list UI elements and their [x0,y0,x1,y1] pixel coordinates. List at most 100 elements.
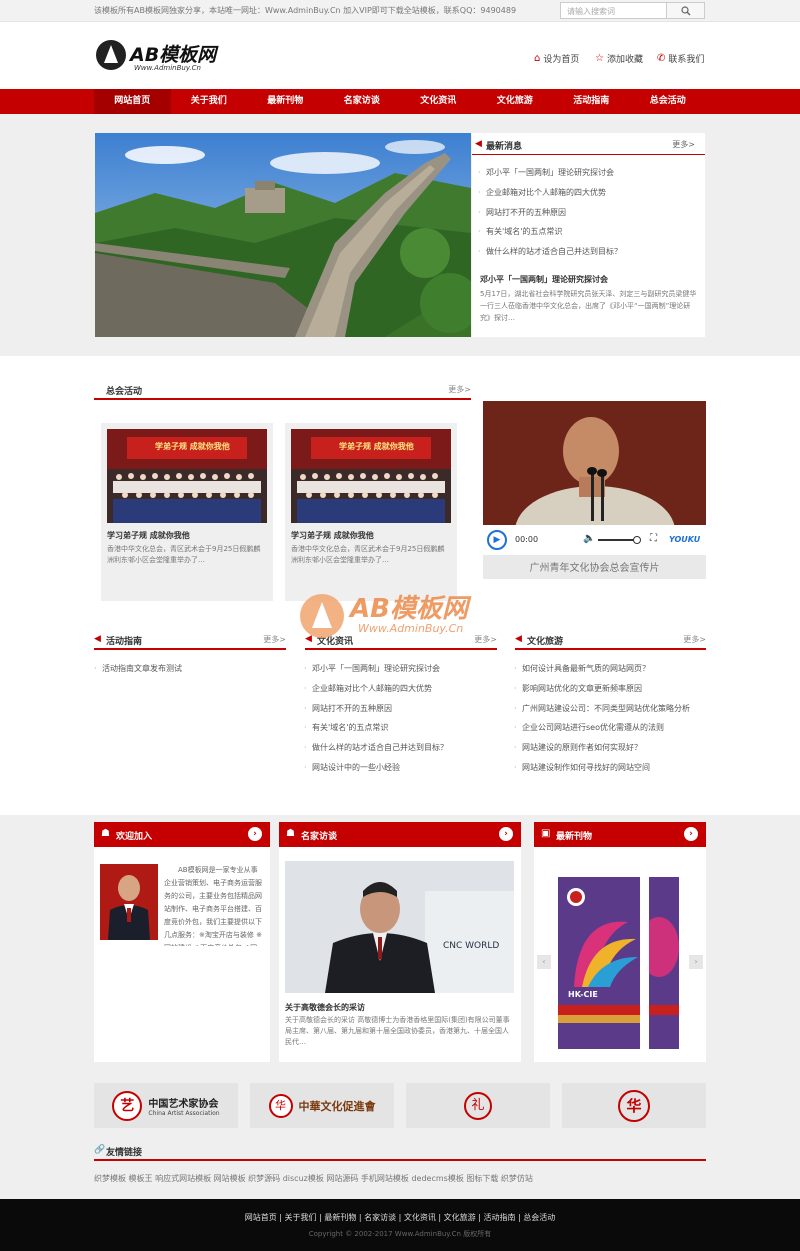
contact-link[interactable]: ✆ 联系我们 [657,52,704,65]
periodical-cover-label: HK-CIE [568,990,598,999]
list-item[interactable]: 如何设计具备最新气质的网站网页？ [512,659,706,679]
event-card-title[interactable]: 学习弟子规 成就你我他 [291,530,374,541]
volume-icon[interactable]: 🔈 [583,533,595,544]
interview-more-arrow[interactable]: › [499,827,513,841]
friend-links-header: 🔗 友情链接 [94,1143,706,1161]
welcome-more-arrow[interactable]: › [248,827,262,841]
interview-photo[interactable]: CNC WORLD [285,861,514,993]
footer-links[interactable]: 网站首页 | 关于我们 | 最新刊物 | 名家访谈 | 文化资讯 | 文化旅游 … [0,1212,800,1223]
list-item[interactable]: 邓小平「一国两制」理论研究探讨会 [476,163,701,183]
periodical-header: ▣ 最新刊物 › [534,822,706,847]
culture-news-list: 邓小平「一国两制」理论研究探讨会 企业邮箱对比个人邮箱的四大优势 网站打不开的五… [302,659,497,778]
list-item[interactable]: 有关'域名'的五点常识 [476,222,701,242]
fullscreen-icon[interactable]: ⛶ [650,533,657,544]
search-button[interactable] [666,3,704,18]
events-section-title: 总会活动 [106,387,143,397]
event-photo-banner-text: 学弟子规 成就你我他 [155,442,230,451]
list-item[interactable]: 网站打不开的五种原因 [476,203,701,223]
china-artist-emblem-icon: 艺 [112,1090,143,1121]
logo-name: AB模板网 [130,44,217,66]
speaker-icon: ◀ [475,139,482,149]
events-more-link[interactable]: 更多> [448,384,471,395]
list-item[interactable]: 企业公司网站进行seo优化需遵从的法则 [512,718,706,738]
event-card[interactable]: 学弟子规 成就你我他 学习弟子规 成就你我他 香港中华文化总会，青区武术会于9月… [101,423,273,601]
nav-item-culture-travel[interactable]: 文化旅游 [477,89,554,114]
nav-item-interview[interactable]: 名家访谈 [324,89,401,114]
nav-item-guide[interactable]: 活动指南 [553,89,630,114]
video-player[interactable]: ▶ 00:00 🔈 ⛶ YOUKU 广州青年文化协会总会宣传片 [483,401,706,579]
user-icon: ☗ [286,828,295,839]
add-favorite-link[interactable]: ☆ 添加收藏 [595,52,643,65]
video-screen[interactable] [483,401,706,525]
speaker-icon: ◀ [305,634,312,644]
latest-news-title: 最新消息 [486,142,523,152]
event-card-title[interactable]: 学习弟子规 成就你我他 [107,530,190,541]
nav-item-culture-news[interactable]: 文化资讯 [400,89,477,114]
footer-copyright: Copyright © 2002-2017 Www.AdminBuy.Cn 版权… [308,1230,492,1238]
nav-item-home[interactable]: 网站首页 [94,89,171,114]
interview-item-desc: 关于高敬德会长的采访 高敬德博士为香港香格里国际(集团)有限公司董事局主席、第八… [285,1016,510,1046]
volume-handle[interactable] [633,536,641,544]
welcome-text-continued [100,946,264,1006]
event-card[interactable]: 学弟子规 成就你我他 学习弟子规 成就你我他 香港中华文化总会，青区武术会于9月… [285,423,457,601]
user-icon: ☗ [101,828,110,839]
partner-logo[interactable]: 华 [562,1083,706,1128]
list-item[interactable]: 活动指南文章发布测试 [92,659,282,679]
main-nav: 网站首页 关于我们 最新刊物 名家访谈 文化资讯 文化旅游 活动指南 总会活动 [0,89,800,114]
partner-logo[interactable]: 艺 中国艺术家协会 China Artist Association [94,1083,238,1128]
welcome-text: AB模板网是一家专业从事企业营销策划、电子商务运营服务的公司，主要业务包括精品网… [164,866,262,946]
footer: 网站首页 | 关于我们 | 最新刊物 | 名家访谈 | 文化资讯 | 文化旅游 … [0,1199,800,1251]
speaker-icon: ◀ [94,634,101,644]
culture-news-more-link[interactable]: 更多> [474,634,497,645]
star-icon: ☆ [595,53,604,64]
list-item[interactable]: 影响网站优化的文章更新频率原因 [512,679,706,699]
site-logo[interactable]: AB模板网 Www.AdminBuy.Cn [96,40,236,74]
interview-backdrop-text: CNC WORLD [443,941,500,951]
logo-url: Www.AdminBuy.Cn [134,64,201,72]
prev-arrow-icon[interactable]: ‹ [537,955,551,969]
list-item[interactable]: 企业邮箱对比个人邮箱的四大优势 [476,183,701,203]
event-card-desc: 香港中华文化总会，青区武术会于9月25日假鹏麟洲利东邨小区会堂隆重举办了… [107,545,261,564]
list-item[interactable]: 有关'域名'的五点常识 [302,718,497,738]
list-item[interactable]: 做什么样的站才适合自己并达到目标？ [302,738,497,758]
guide-list: 活动指南文章发布测试 [92,659,282,679]
guide-more-link[interactable]: 更多> [263,634,286,645]
periodical-more-arrow[interactable]: › [684,827,698,841]
nav-item-about[interactable]: 关于我们 [171,89,248,114]
list-item[interactable]: 网站设计中的一些小经验 [302,758,497,778]
list-item[interactable]: 网站建设制作如何寻找好的网站空间 [512,758,706,778]
interview-title: 名家访谈 [301,832,338,842]
periodical-cover-next[interactable] [649,877,679,1049]
feature-news-title[interactable]: 邓小平「一国两制」理论研究探讨会 [480,274,608,285]
list-item[interactable]: 企业邮箱对比个人邮箱的四大优势 [302,679,497,699]
hero-banner-image[interactable] [95,133,471,337]
events-section-header: 总会活动 更多> [94,382,471,400]
event-photo-banner-text: 学弟子规 成就你我他 [339,442,414,451]
list-item[interactable]: 网站建设的原则作者如何实现好？ [512,738,706,758]
top-bar: 该模板所有AB模板网独家分享，本站唯一网址：Www.AdminBuy.Cn 加入… [0,0,800,22]
event-photo: 学弟子规 成就你我他 [107,429,267,523]
event-photo: 学弟子规 成就你我他 [291,429,451,523]
culture-travel-more-link[interactable]: 更多> [683,634,706,645]
interview-item-title[interactable]: 关于高敬德会长的采访 [285,1002,365,1013]
list-item[interactable]: 网站打不开的五种原因 [302,699,497,719]
feature-news-desc: 5月17日，湖北省社会科学院研究员张天泽、刘定三与副研究员梁健华一行三人莅临香港… [480,290,697,322]
play-icon[interactable]: ▶ [487,530,507,550]
list-item[interactable]: 邓小平「一国两制」理论研究探讨会 [302,659,497,679]
welcome-header: ☗ 欢迎加入 › [94,822,270,847]
list-item[interactable]: 做什么样的站才适合自己并达到目标？ [476,242,701,262]
periodical-cover[interactable]: HK-CIE [558,877,640,1049]
latest-news-more-link[interactable]: 更多> [672,139,695,150]
list-item[interactable]: 广州网站建设公司：不同类型网站优化策略分析 [512,699,706,719]
interview-header: ☗ 名家访谈 › [279,822,521,847]
nav-item-periodical[interactable]: 最新刊物 [247,89,324,114]
search-input[interactable]: 请输入搜索词 [560,2,705,19]
partner-logo[interactable]: 华 中華文化促進會 [250,1083,394,1128]
next-arrow-icon[interactable]: › [689,955,703,969]
volume-slider[interactable] [598,539,636,541]
nav-item-events[interactable]: 总会活动 [630,89,707,114]
guide-section-header: ◀ 活动指南 更多> [94,632,286,650]
friend-links-list[interactable]: 织梦模板 模板王 响应式网站模板 网站模板 织梦源码 discuz模板 网站源码… [94,1173,706,1184]
partner-logo[interactable]: 礼 [406,1083,550,1128]
set-homepage-link[interactable]: ⌂ 设为首页 [534,52,579,65]
